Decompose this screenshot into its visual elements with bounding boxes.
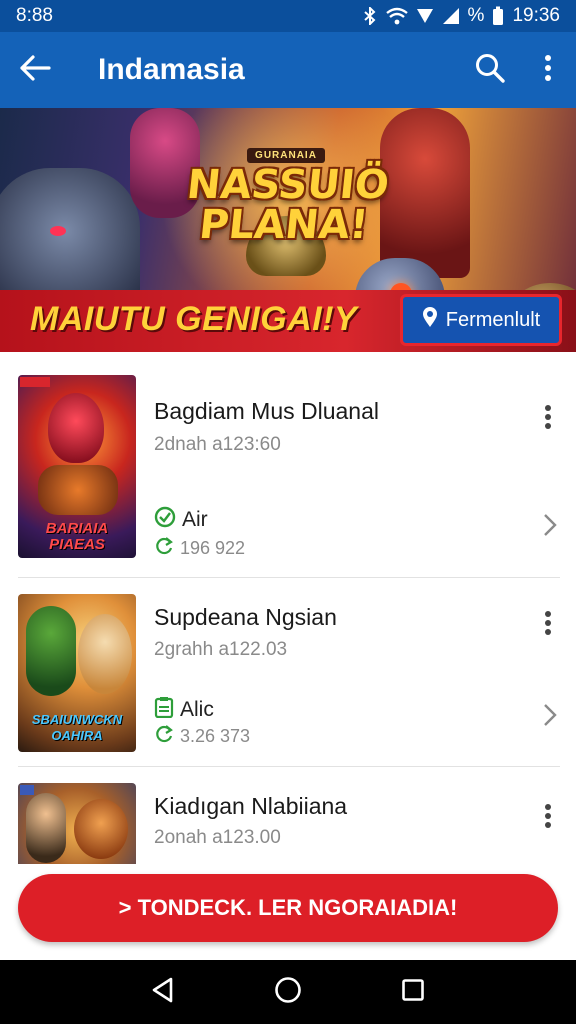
app-bar: Indamasia — [0, 32, 576, 108]
thumb-character-boy — [26, 606, 76, 696]
search-button[interactable] — [460, 32, 520, 108]
list-item[interactable]: Kiadıgan Nlabiiana 2onah a123.00 — [0, 767, 576, 864]
chevron-right-icon — [543, 703, 557, 732]
item-open-button[interactable] — [538, 702, 562, 732]
more-vert-icon — [544, 54, 552, 87]
thumb-title: BARIAIA PIAEAS — [45, 520, 109, 553]
banner-character-warrior — [380, 108, 470, 278]
nav-recents-button[interactable] — [393, 972, 433, 1012]
back-button[interactable] — [0, 32, 70, 108]
thumb-badge — [20, 785, 34, 795]
thumb-title: SBAIUNWCKN OAHIRA — [31, 712, 123, 743]
banner-button-label: Fermenlult — [445, 308, 541, 331]
chevron-right-icon — [543, 513, 557, 542]
battery-percent-label: % — [467, 5, 485, 26]
status-clock-right: 19:36 — [512, 5, 560, 26]
game-count-label: 3.26 373 — [180, 726, 251, 746]
check-circle-icon — [154, 506, 176, 534]
bluetooth-icon — [362, 7, 378, 25]
game-tag: Alic — [154, 696, 214, 724]
game-title: Supdeana Ngsian — [154, 604, 337, 630]
banner-location-button[interactable]: Fermenlult — [400, 294, 562, 346]
more-vert-icon — [544, 610, 552, 641]
game-thumbnail: BARIAIA PIAEAS — [18, 375, 136, 558]
status-time: 8:88 — [16, 5, 53, 26]
game-subtitle: 2grahh a122.03 — [154, 639, 288, 660]
back-triangle-icon — [151, 977, 175, 1008]
nav-back-button[interactable] — [143, 972, 183, 1012]
game-tag-label: Air — [182, 508, 208, 531]
item-open-button[interactable] — [538, 512, 562, 542]
list-item[interactable]: SBAIUNWCKN OAHIRA Supdeana Ngsian 2grahh… — [0, 578, 576, 766]
nav-home-button[interactable] — [268, 972, 308, 1012]
back-arrow-icon — [19, 54, 51, 87]
game-tag: Air — [154, 506, 208, 534]
cta-container: > TONDECK. LER NGORAIADIA! — [0, 864, 576, 960]
page-title: Indamasia — [98, 53, 245, 86]
item-more-button[interactable] — [536, 404, 560, 434]
status-icons: % 19:36 — [362, 5, 560, 27]
thumb-character-fox — [74, 799, 128, 859]
status-bar: 8:88 % 19:36 — [0, 0, 576, 32]
game-count: 3.26 373 — [154, 724, 250, 749]
primary-cta-button[interactable]: > TONDECK. LER NGORAIADIA! — [18, 874, 558, 942]
refresh-icon — [154, 536, 174, 561]
search-icon — [474, 52, 506, 89]
banner-logo-title: NASSUIÖ PLANA! — [184, 162, 392, 248]
banner-logo-subtitle: GURANAIA — [247, 148, 325, 163]
more-options-button[interactable] — [520, 32, 576, 108]
thumb-character-boy — [26, 793, 66, 863]
game-subtitle: 2dnah a123:60 — [154, 434, 281, 455]
thumb-character-dog — [78, 614, 132, 694]
home-circle-icon — [274, 976, 302, 1009]
game-thumbnail: SBAIUNWCKN OAHIRA — [18, 594, 136, 752]
game-subtitle: 2onah a123.00 — [154, 827, 281, 848]
game-count-label: 196 922 — [180, 538, 246, 558]
banner-tagline: MAIUTU GENIGAI!Y — [30, 300, 358, 338]
game-list: BARIAIA PIAEAS Bagdiam Mus Dluanal 2dnah… — [0, 352, 576, 864]
banner-logo: GURANAIA NASSUIÖ PLANA! — [185, 148, 391, 278]
more-vert-icon — [544, 404, 552, 435]
game-title: Bagdiam Mus Dluanal — [154, 398, 380, 424]
more-vert-icon — [544, 803, 552, 834]
game-title: Kiadıgan Nlabiiana — [154, 793, 348, 819]
game-thumbnail — [18, 783, 136, 864]
refresh-icon — [154, 724, 174, 749]
clipboard-icon — [154, 696, 174, 724]
game-count: 196 922 — [154, 536, 245, 561]
thumb-character-body — [38, 465, 118, 515]
location-pin-icon — [422, 306, 438, 334]
signal-triangle-icon — [416, 7, 434, 25]
thumb-badge — [20, 377, 50, 387]
thumb-character-head — [48, 393, 104, 463]
wifi-icon — [385, 7, 408, 25]
recents-square-icon — [401, 978, 425, 1007]
system-nav-bar — [0, 960, 576, 1024]
list-item[interactable]: BARIAIA PIAEAS Bagdiam Mus Dluanal 2dnah… — [0, 352, 576, 578]
item-more-button[interactable] — [536, 610, 560, 640]
signal-bars-icon — [442, 7, 460, 25]
battery-icon — [492, 6, 504, 26]
item-more-button[interactable] — [536, 803, 560, 833]
game-tag-label: Alic — [180, 698, 214, 721]
